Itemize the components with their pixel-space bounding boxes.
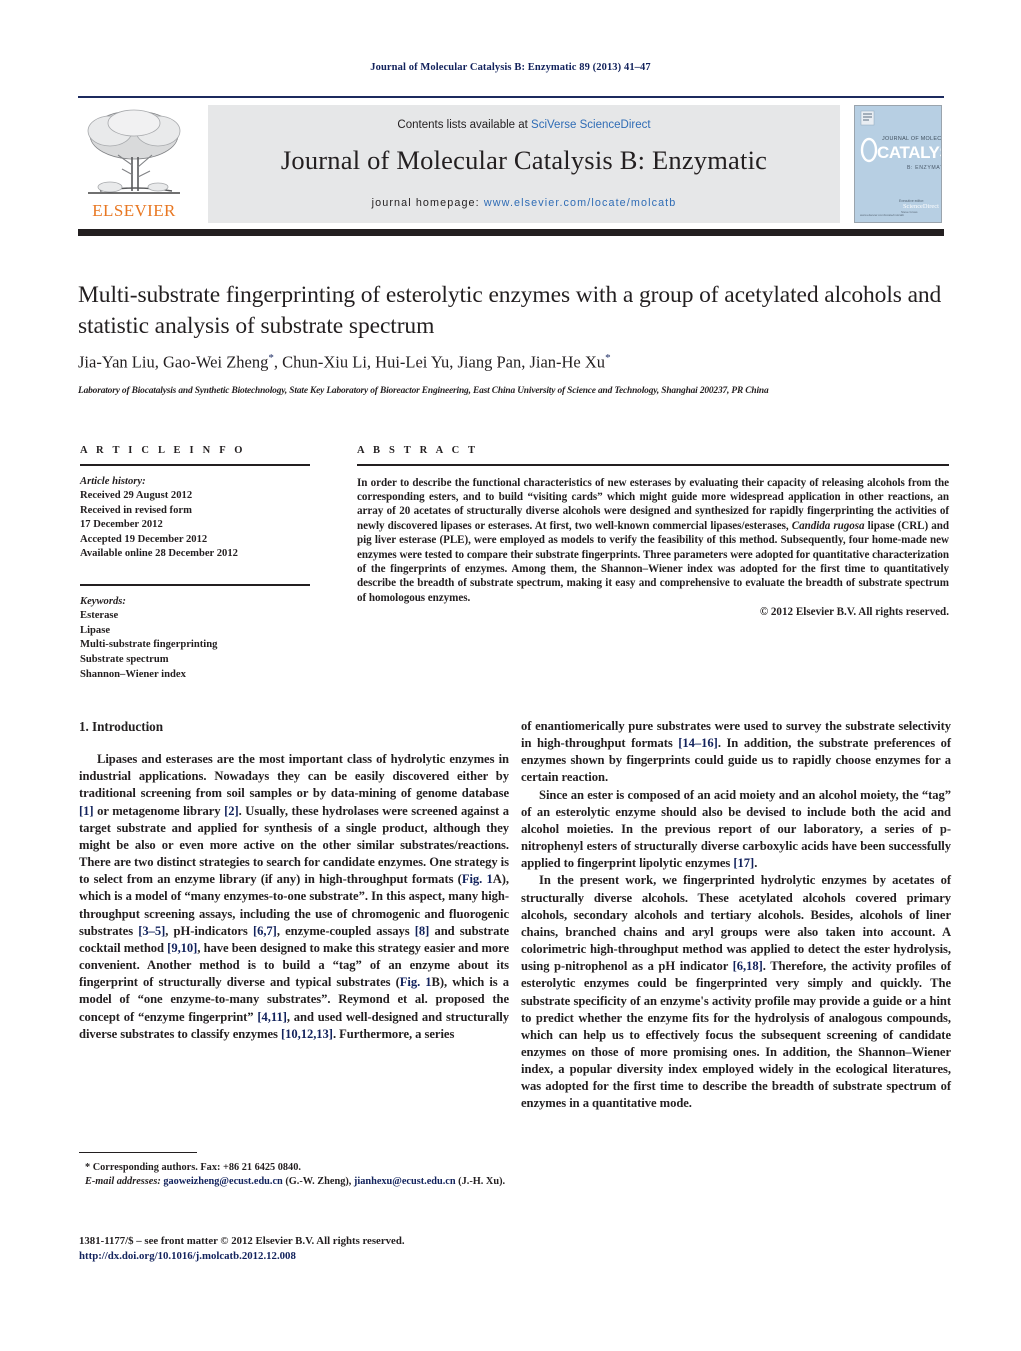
- svg-text:ScienceDirect: ScienceDirect: [903, 203, 939, 210]
- keywords-label: Keywords:: [80, 595, 126, 607]
- email-link-1[interactable]: gaoweizheng@ecust.edu.cn: [163, 1176, 282, 1187]
- body-column-left: 1. Introduction Lipases and esterases ar…: [79, 718, 509, 1043]
- t: or metagenome library: [93, 803, 225, 818]
- body-column-right: of enantiomerically pure substrates were…: [521, 718, 951, 1113]
- journal-masthead: ELSEVIER Contents lists available at Sci…: [78, 96, 944, 236]
- citation-ref[interactable]: [4,11]: [257, 1010, 286, 1024]
- abstract-column: A B S T R A C T In order to describe the…: [357, 445, 949, 618]
- contents-prefix: Contents lists available at: [397, 119, 532, 131]
- doi-link[interactable]: http://dx.doi.org/10.1016/j.molcatb.2012…: [79, 1249, 559, 1264]
- paragraph-present-work: In the present work, we fingerprinted hy…: [521, 872, 951, 1112]
- email-label: E-mail addresses:: [85, 1175, 161, 1187]
- keyword-item: Lipase: [80, 624, 111, 636]
- t: . Therefore, the activity profiles of es…: [521, 959, 951, 1111]
- article-history-block: Article history: Received 29 August 2012…: [80, 475, 310, 563]
- svg-text:B: ENZYMATIC: B: ENZYMATIC: [907, 165, 941, 171]
- figure-ref[interactable]: Fig. 1: [400, 975, 432, 989]
- homepage-url-link[interactable]: www.elsevier.com/locate/molcatb: [484, 197, 677, 209]
- paragraph-ester-composition: Since an ester is composed of an acid mo…: [521, 787, 951, 873]
- article-info-heading: A R T I C L E I N F O: [80, 445, 246, 456]
- footnote-block: * Corresponding authors. Fax: +86 21 642…: [79, 1152, 509, 1188]
- citation-ref[interactable]: [17]: [733, 856, 754, 870]
- journal-title: Journal of Molecular Catalysis B: Enzyma…: [280, 145, 768, 175]
- cover-artwork: JOURNAL OF MOLECULAR CATALYSIS B: ENZYMA…: [855, 106, 941, 222]
- article-info-column: A R T I C L E I N F O Article history: R…: [80, 445, 310, 682]
- elsevier-wordmark: ELSEVIER: [92, 201, 176, 220]
- svg-text:www.elsevier.com/locate/molcat: www.elsevier.com/locate/molcatb: [860, 213, 904, 217]
- keyword-item: Shannon–Wiener index: [80, 668, 186, 680]
- citation-ref[interactable]: [6,18]: [733, 959, 763, 973]
- elsevier-logo: ELSEVIER: [80, 105, 188, 223]
- footnote-rule: [79, 1152, 197, 1154]
- email-note: E-mail addresses: gaoweizheng@ecust.edu.…: [79, 1175, 509, 1189]
- copyright-line: © 2012 Elsevier B.V. All rights reserved…: [759, 606, 949, 619]
- article-history-label: Article history:: [80, 475, 146, 487]
- keyword-item: Esterase: [80, 610, 119, 622]
- history-item: Available online 28 December 2012: [80, 548, 238, 560]
- author-affiliation: Laboratory of Biocatalysis and Synthetic…: [78, 386, 769, 396]
- authors-part-2: , Chun-Xiu Li, Hui-Lei Yu, Jiang Pan, Ji…: [273, 352, 606, 372]
- section-heading-introduction: 1. Introduction: [79, 719, 164, 734]
- email-owner-1: (G.-W. Zheng),: [282, 1175, 352, 1187]
- masthead-header-box: Contents lists available at SciVerse Sci…: [208, 105, 840, 223]
- t: Lipases and esterases are the most impor…: [79, 752, 509, 801]
- paragraph-intro-left: Lipases and esterases are the most impor…: [79, 751, 509, 1043]
- figure-ref[interactable]: Fig. 1: [462, 872, 493, 886]
- homepage-prefix: journal homepage:: [371, 197, 484, 209]
- t: , pH-indicators: [165, 923, 253, 938]
- elsevier-tree-icon: [87, 109, 181, 194]
- citation-ref[interactable]: [10,12,13]: [281, 1027, 333, 1041]
- email-link-2[interactable]: jianhexu@ecust.edu.cn: [354, 1176, 456, 1187]
- sciencedirect-link[interactable]: SciVerse ScienceDirect: [531, 119, 651, 131]
- abstract-species-name: Candida rugosa: [791, 519, 865, 532]
- keyword-item: Substrate spectrum: [80, 653, 169, 665]
- corresponding-author-note: * Corresponding authors. Fax: +86 21 642…: [85, 1162, 301, 1174]
- abstract-rule: [357, 464, 949, 466]
- citation-ref[interactable]: [8]: [415, 924, 430, 938]
- abstract-part-2: lipase (CRL) and pig liver esterase (PLE…: [357, 519, 950, 604]
- keywords-rule: [80, 584, 310, 586]
- svg-text:CATALYSIS: CATALYSIS: [877, 143, 941, 162]
- history-item: Accepted 19 December 2012: [80, 533, 208, 545]
- masthead-top-rule: [78, 96, 944, 98]
- journal-article-page: Journal of Molecular Catalysis B: Enzyma…: [0, 0, 1021, 1351]
- t: , enzyme-coupled assays: [276, 923, 415, 938]
- authors-part-1: Jia-Yan Liu, Gao-Wei Zheng: [78, 352, 269, 372]
- journal-cover-thumbnail: JOURNAL OF MOLECULAR CATALYSIS B: ENZYMA…: [854, 105, 942, 223]
- contents-list-line: Contents lists available at SciVerse Sci…: [208, 119, 840, 131]
- citation-ref[interactable]: [9,10]: [167, 941, 197, 955]
- abstract-heading: A B S T R A C T: [357, 445, 479, 456]
- masthead-bottom-rule: [78, 229, 944, 236]
- history-item: 17 December 2012: [80, 519, 163, 531]
- citation-ref[interactable]: [6,7]: [253, 924, 277, 938]
- page-title: Multi-substrate fingerprinting of estero…: [78, 282, 942, 339]
- issn-front-matter: 1381-1177/$ – see front matter © 2012 El…: [79, 1235, 405, 1247]
- t: . Furthermore, a series: [332, 1026, 455, 1041]
- paragraph-intro-right-continued: of enantiomerically pure substrates were…: [521, 718, 951, 787]
- citation-ref[interactable]: [14–16]: [678, 736, 718, 750]
- t: .: [754, 856, 758, 871]
- author-list: Jia-Yan Liu, Gao-Wei Zheng *, Chun-Xiu Li…: [78, 352, 950, 373]
- keywords-block: Keywords: Esterase Lipase Multi-substrat…: [80, 595, 310, 683]
- imprint-block: 1381-1177/$ – see front matter © 2012 El…: [79, 1234, 559, 1263]
- article-info-rule: [80, 464, 310, 466]
- running-head: Journal of Molecular Catalysis B: Enzyma…: [370, 62, 651, 73]
- abstract-text: In order to describe the functional char…: [357, 476, 949, 606]
- citation-ref[interactable]: [2]: [224, 804, 239, 818]
- journal-homepage-line: journal homepage: www.elsevier.com/locat…: [208, 197, 840, 209]
- corresponding-marker-2: *: [605, 352, 611, 364]
- citation-ref[interactable]: [1]: [79, 804, 94, 818]
- history-item: Received 29 August 2012: [80, 490, 193, 502]
- citation-ref[interactable]: [3–5]: [138, 924, 165, 938]
- svg-text:JOURNAL OF MOLECULAR: JOURNAL OF MOLECULAR: [882, 136, 941, 142]
- email-owner-2: (J.-H. Xu).: [455, 1175, 506, 1187]
- keyword-item: Multi-substrate fingerprinting: [80, 639, 218, 651]
- history-item: Received in revised form: [80, 504, 192, 516]
